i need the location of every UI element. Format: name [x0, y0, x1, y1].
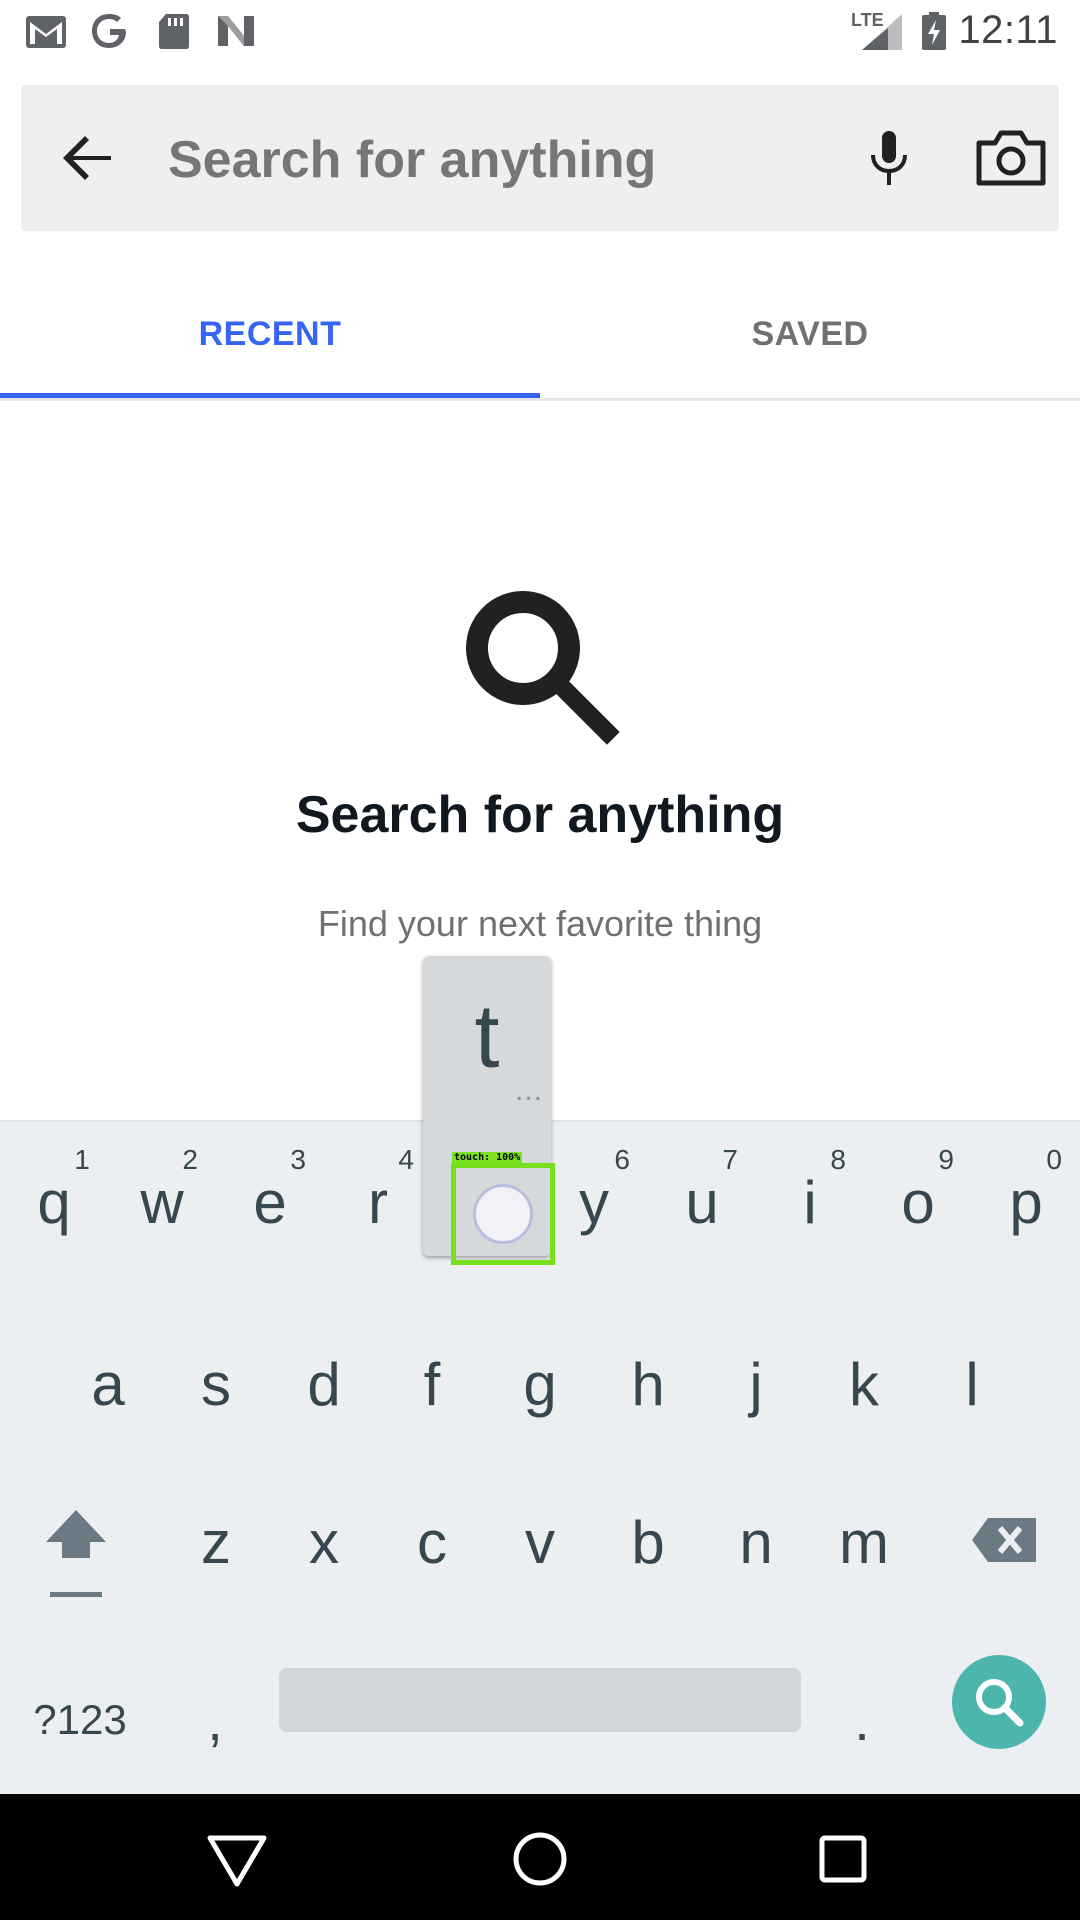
tab-saved[interactable]: SAVED — [540, 270, 1080, 398]
key-s[interactable]: s — [162, 1320, 270, 1470]
search-input[interactable] — [168, 125, 808, 195]
key-y[interactable]: y6 — [540, 1120, 648, 1270]
tab-recent[interactable]: RECENT — [0, 270, 540, 398]
key-n[interactable]: n — [702, 1482, 810, 1632]
space-bar[interactable] — [279, 1668, 801, 1732]
empty-state-title: Search for anything — [295, 786, 785, 844]
key-x[interactable]: x — [270, 1482, 378, 1632]
key-h[interactable]: h — [594, 1320, 702, 1470]
key-c[interactable]: c — [378, 1482, 486, 1632]
key-g[interactable]: g — [486, 1320, 594, 1470]
comma-key[interactable]: , — [175, 1675, 255, 1765]
search-icon — [466, 591, 620, 745]
key-j[interactable]: j — [702, 1320, 810, 1470]
key-d[interactable]: d — [270, 1320, 378, 1470]
key-q[interactable]: q1 — [0, 1120, 108, 1270]
key-l[interactable]: l — [918, 1320, 1026, 1470]
key-p[interactable]: p0 — [972, 1120, 1080, 1270]
key-v[interactable]: v — [486, 1482, 594, 1632]
back-triangle-icon[interactable] — [202, 1824, 272, 1894]
shift-icon[interactable] — [36, 1502, 116, 1602]
key-u[interactable]: u7 — [648, 1120, 756, 1270]
key-w[interactable]: w2 — [108, 1120, 216, 1270]
google-icon — [92, 14, 126, 48]
tab-divider — [0, 398, 1080, 401]
symbols-key[interactable]: ?123 — [10, 1675, 150, 1765]
battery-charging-icon — [922, 12, 946, 50]
tab-bar: RECENT SAVED — [0, 270, 1080, 401]
backspace-icon[interactable] — [970, 1510, 1040, 1570]
key-o[interactable]: o9 — [864, 1120, 972, 1270]
empty-state-subtitle: Find your next favorite thing — [317, 903, 763, 944]
keyboard-search-button[interactable] — [952, 1655, 1046, 1749]
key-b[interactable]: b — [594, 1482, 702, 1632]
signal-icon — [862, 14, 902, 50]
sd-card-icon — [159, 14, 189, 49]
key-r[interactable]: r4 — [324, 1120, 432, 1270]
touch-label: touch: 100% — [452, 1152, 523, 1164]
recents-square-icon[interactable] — [808, 1824, 878, 1894]
more-keys-indicator: ... — [514, 1074, 543, 1107]
key-z[interactable]: z — [162, 1482, 270, 1632]
gmail-icon — [26, 16, 66, 48]
clock: 12:11 — [958, 8, 1058, 52]
navigation-bar — [0, 1794, 1080, 1920]
key-m[interactable]: m — [810, 1482, 918, 1632]
key-f[interactable]: f — [378, 1320, 486, 1470]
key-i[interactable]: i8 — [756, 1120, 864, 1270]
key-e[interactable]: e3 — [216, 1120, 324, 1270]
key-a[interactable]: a — [54, 1320, 162, 1470]
n-icon — [218, 16, 254, 46]
arrow-back-icon[interactable] — [51, 120, 127, 196]
period-key[interactable]: . — [822, 1675, 902, 1765]
search-bar — [21, 85, 1059, 231]
key-k[interactable]: k — [810, 1320, 918, 1470]
camera-icon[interactable] — [971, 121, 1051, 197]
touch-point — [473, 1184, 533, 1244]
home-circle-icon[interactable] — [505, 1824, 575, 1894]
mic-icon[interactable] — [851, 121, 927, 197]
status-bar: LTE 12:11 — [0, 0, 1080, 62]
search-action-icon — [976, 1679, 1024, 1727]
